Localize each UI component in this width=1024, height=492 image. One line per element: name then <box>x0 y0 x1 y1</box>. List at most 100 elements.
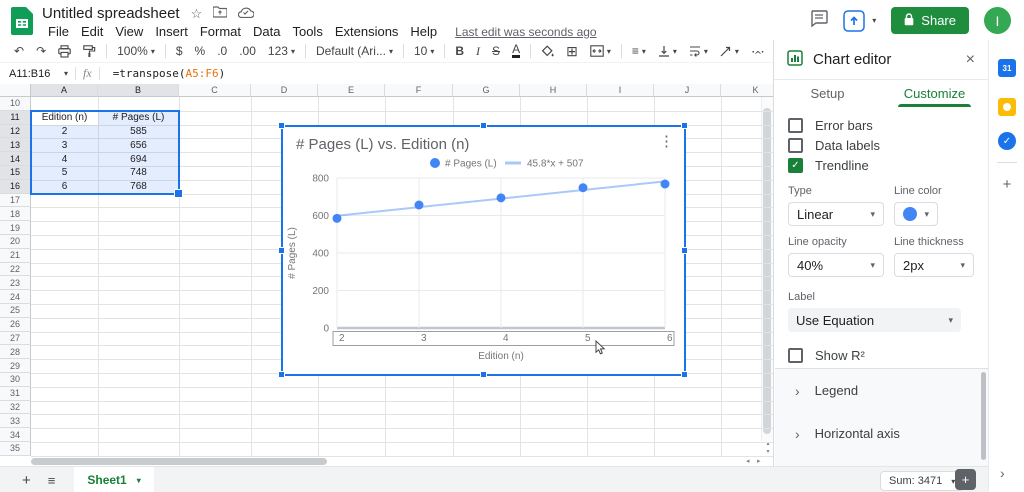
table-data-cell[interactable]: 694 <box>98 152 179 166</box>
star-icon[interactable]: ☆ <box>191 7 203 20</box>
sum-badge[interactable]: Sum: 3471 ▾ <box>880 471 965 491</box>
row-header-24[interactable]: 24 <box>0 290 31 304</box>
column-header-e[interactable]: E <box>318 84 385 97</box>
chart-more-options-icon[interactable]: ⋮ <box>659 132 674 150</box>
column-header-d[interactable]: D <box>251 84 318 97</box>
chart-resize-handle[interactable] <box>681 247 688 254</box>
present-to-meeting-button[interactable]: ▾ <box>843 9 876 32</box>
column-header-k[interactable]: K <box>721 84 773 97</box>
table-data-cell[interactable]: 656 <box>98 138 179 152</box>
horizontal-scrollbar[interactable]: ◂ ▸ <box>0 457 773 466</box>
font-size-select[interactable]: 10 ▾ <box>408 41 440 61</box>
sheets-logo-icon[interactable] <box>11 7 33 40</box>
explore-button[interactable]: + <box>955 469 976 490</box>
chart-resize-handle[interactable] <box>278 247 285 254</box>
row-header-10[interactable]: 10 <box>0 97 31 111</box>
row-header-35[interactable]: 35 <box>0 442 31 456</box>
chart-resize-handle[interactable] <box>480 122 487 129</box>
embedded-chart[interactable]: 0 200 400 600 800 2 3 4 5 6 # Pages (L) vs. Editio… <box>278 122 688 378</box>
row-header-21[interactable]: 21 <box>0 248 31 263</box>
vertical-align-select[interactable]: ▾ <box>652 41 683 61</box>
print-icon[interactable] <box>52 41 77 61</box>
comments-icon[interactable] <box>810 9 828 32</box>
tasks-icon[interactable]: ✓ <box>998 132 1016 150</box>
table-header-cell[interactable]: # Pages (L) <box>98 111 179 125</box>
row-header-17[interactable]: 17 <box>0 193 31 208</box>
row-header-14[interactable]: 14 <box>0 152 31 166</box>
section-horizontal-axis[interactable]: › Horizontal axis <box>775 412 988 455</box>
merge-cells-select[interactable]: ▾ <box>584 41 617 61</box>
menu-item-view[interactable]: View <box>109 23 149 40</box>
row-header-12[interactable]: 12 <box>0 124 31 139</box>
row-header-23[interactable]: 23 <box>0 276 31 291</box>
undo-icon[interactable]: ↶ <box>8 41 30 61</box>
menu-item-help[interactable]: Help <box>404 23 443 40</box>
grid-corner[interactable] <box>0 84 31 97</box>
row-header-16[interactable]: 16 <box>0 179 31 194</box>
move-to-folder-icon[interactable] <box>212 6 228 20</box>
decrease-decimal-button[interactable]: .0 <box>211 41 233 61</box>
horizontal-align-select[interactable]: ≡ ▾ <box>626 41 652 61</box>
menu-item-file[interactable]: File <box>42 23 75 40</box>
panel-scrollbar-thumb[interactable] <box>981 372 986 460</box>
line-thickness-select[interactable]: 2px ▾ <box>894 253 974 277</box>
checkbox-icon[interactable] <box>788 117 803 133</box>
row-header-13[interactable]: 13 <box>0 138 31 153</box>
table-data-cell[interactable]: 748 <box>98 166 179 180</box>
column-header-b[interactable]: B <box>98 84 179 97</box>
chart-resize-handle[interactable] <box>278 371 285 378</box>
paint-format-icon[interactable] <box>77 41 102 61</box>
row-header-19[interactable]: 19 <box>0 221 31 235</box>
checkbox-row-trendline[interactable]: ✓ Trendline <box>788 155 974 175</box>
redo-icon[interactable]: ↷ <box>30 41 52 61</box>
checkbox-icon[interactable] <box>788 137 803 153</box>
column-header-f[interactable]: F <box>385 84 453 97</box>
chart-resize-handle[interactable] <box>278 122 285 129</box>
text-wrap-select[interactable]: ▾ <box>683 41 714 61</box>
column-header-j[interactable]: J <box>654 84 721 97</box>
table-data-cell[interactable]: 768 <box>98 180 179 194</box>
trendline-type-select[interactable]: Linear ▾ <box>788 202 884 226</box>
close-icon[interactable]: × <box>966 51 975 69</box>
row-header-28[interactable]: 28 <box>0 345 31 360</box>
keep-icon[interactable] <box>998 98 1016 116</box>
text-color-button[interactable]: A <box>506 41 526 61</box>
checkbox-row-data-labels[interactable]: Data labels <box>788 135 974 155</box>
fill-handle[interactable] <box>174 188 183 198</box>
vertical-scrollbar-thumb[interactable] <box>763 108 771 434</box>
table-header-cell[interactable]: Edition (n) <box>31 111 98 125</box>
zoom-select[interactable]: 100% ▾ <box>111 41 161 61</box>
scroll-right-icon[interactable]: ▸ <box>757 457 761 465</box>
row-header-30[interactable]: 30 <box>0 373 31 387</box>
line-color-select[interactable]: ▾ <box>894 202 938 226</box>
table-data-cell[interactable]: 2 <box>31 125 98 139</box>
share-button[interactable]: Share <box>891 7 969 34</box>
menu-item-extensions[interactable]: Extensions <box>329 23 405 40</box>
increase-decimal-button[interactable]: .00 <box>233 41 262 61</box>
section-legend[interactable]: › Legend <box>775 369 988 412</box>
chart-resize-handle[interactable] <box>480 371 487 378</box>
sheet-tab-sheet1[interactable]: Sheet1 ▾ <box>74 467 154 492</box>
show-r2-checkbox-row[interactable]: Show R² <box>788 345 974 365</box>
hide-menus-icon[interactable]: › <box>749 42 765 62</box>
row-header-25[interactable]: 25 <box>0 304 31 318</box>
account-avatar[interactable]: I <box>984 7 1011 34</box>
italic-button[interactable]: I <box>470 41 486 61</box>
chart-resize-handle[interactable] <box>681 371 688 378</box>
row-header-15[interactable]: 15 <box>0 166 31 180</box>
horizontal-scrollbar-thumb[interactable] <box>31 458 327 465</box>
strikethrough-button[interactable]: S <box>486 41 506 61</box>
row-header-22[interactable]: 22 <box>0 262 31 277</box>
column-header-a[interactable]: A <box>31 84 98 97</box>
add-sheet-icon[interactable]: + <box>22 472 31 489</box>
table-data-cell[interactable]: 6 <box>31 180 98 194</box>
formula-input[interactable]: =transpose(A5:F6) <box>113 67 226 80</box>
chart-resize-handle[interactable] <box>681 122 688 129</box>
row-header-11[interactable]: 11 <box>0 110 31 125</box>
format-percent-button[interactable]: % <box>189 41 212 61</box>
table-data-cell[interactable]: 3 <box>31 138 98 152</box>
row-header-34[interactable]: 34 <box>0 428 31 442</box>
menu-item-tools[interactable]: Tools <box>286 23 328 40</box>
scroll-left-icon[interactable]: ◂ <box>746 457 750 465</box>
column-header-g[interactable]: G <box>453 84 520 97</box>
